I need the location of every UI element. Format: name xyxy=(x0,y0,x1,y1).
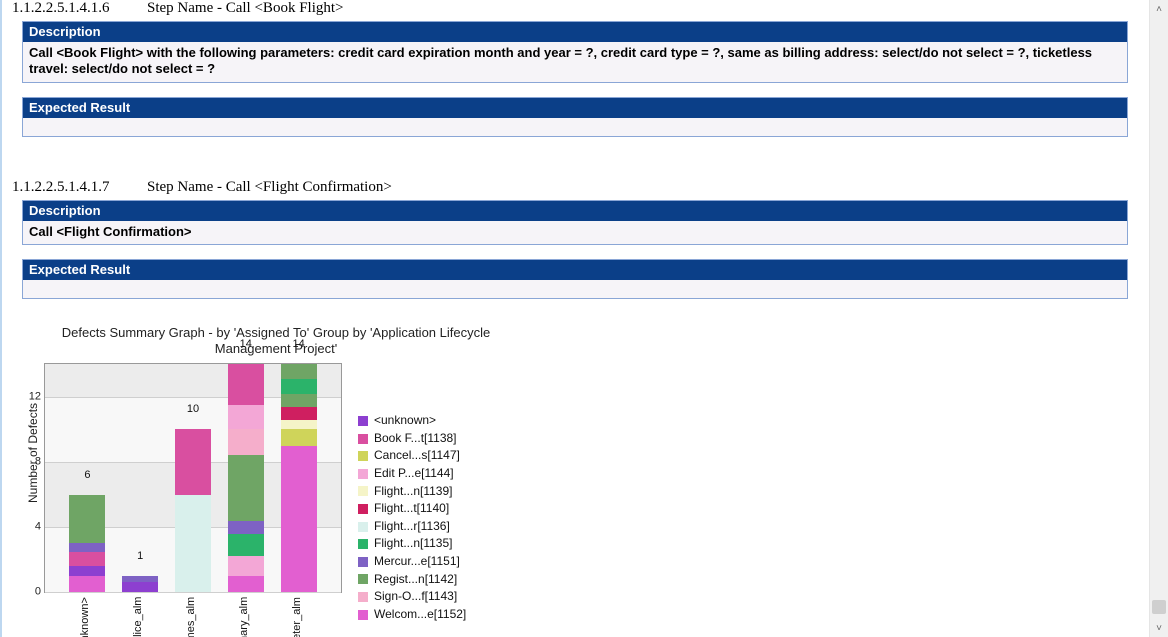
legend-label: Cancel...s[1147] xyxy=(374,448,460,464)
expected-body xyxy=(23,118,1127,136)
chart-bar-total: 6 xyxy=(69,469,105,481)
defects-chart: Defects Summary Graph - by 'Assigned To'… xyxy=(26,325,546,637)
chart-legend: <unknown> Book F...t[1138]Cancel...s[1147… xyxy=(358,413,466,624)
legend-swatch xyxy=(358,592,368,602)
legend-label: Flight...t[1140] xyxy=(374,501,449,517)
expected-header: Expected Result xyxy=(23,98,1127,118)
legend-item: Cancel...s[1147] xyxy=(358,448,466,464)
legend-swatch xyxy=(358,469,368,479)
chart-xtick: james_alm xyxy=(186,597,197,637)
legend-label: <unknown> xyxy=(374,413,436,429)
legend-swatch xyxy=(358,610,368,620)
legend-label: Flight...n[1135] xyxy=(374,536,453,552)
step-number: 1.1.2.2.5.1.4.1.7 xyxy=(12,179,110,195)
legend-label: Regist...n[1142] xyxy=(374,572,457,588)
chart-title: Defects Summary Graph - by 'Assigned To'… xyxy=(26,325,526,358)
step-heading: 1.1.2.2.5.1.4.1.7 Step Name - Call <Flig… xyxy=(12,179,1146,196)
legend-swatch xyxy=(358,416,368,426)
legend-swatch xyxy=(358,486,368,496)
chart-xtick: <unknown> xyxy=(80,597,91,637)
legend-swatch xyxy=(358,539,368,549)
description-body: Call <Flight Confirmation> xyxy=(23,221,1127,244)
legend-label: Book F...t[1138] xyxy=(374,431,457,447)
legend-item: Flight...n[1135] xyxy=(358,536,466,552)
legend-swatch xyxy=(358,504,368,514)
legend-label: Flight...n[1139] xyxy=(374,484,453,500)
expected-body xyxy=(23,280,1127,298)
scroll-down-button[interactable]: ˅ xyxy=(1150,619,1168,637)
step-name: Step Name - Call <Book Flight> xyxy=(147,0,344,16)
legend-item: Flight...r[1136] xyxy=(358,519,466,535)
chart-ytick: 12 xyxy=(29,391,41,402)
legend-item: Welcom...e[1152] xyxy=(358,607,466,623)
legend-swatch xyxy=(358,574,368,584)
scroll-up-button[interactable]: ˄ xyxy=(1150,0,1168,18)
scrollbar-thumb[interactable] xyxy=(1152,600,1166,614)
legend-swatch xyxy=(358,522,368,532)
chart-ytick: 0 xyxy=(35,587,41,598)
chart-xtick: alice_alm xyxy=(133,597,144,637)
legend-swatch xyxy=(358,434,368,444)
legend-swatch xyxy=(358,557,368,567)
legend-swatch xyxy=(358,451,368,461)
chart-xtick: mary_alm xyxy=(239,597,250,637)
chart-bar-total: 14 xyxy=(281,338,317,350)
legend-item: Regist...n[1142] xyxy=(358,572,466,588)
vertical-scrollbar[interactable]: ˄ ˅ xyxy=(1149,0,1168,637)
legend-item: Edit P...e[1144] xyxy=(358,466,466,482)
description-body: Call <Book Flight> with the following pa… xyxy=(23,42,1127,82)
legend-item: <unknown> xyxy=(358,413,466,429)
viewport: 1.1.2.2.5.1.4.1.6 Step Name - Call <Book… xyxy=(0,0,1168,637)
chevron-down-icon: ˅ xyxy=(1156,623,1162,634)
expected-box: Expected Result xyxy=(22,259,1128,299)
description-header: Description xyxy=(23,201,1127,221)
chart-ytick: 8 xyxy=(35,456,41,467)
legend-label: Mercur...e[1151] xyxy=(374,554,460,570)
legend-item: Book F...t[1138] xyxy=(358,431,466,447)
chart-ytick: 4 xyxy=(35,522,41,533)
step-heading: 1.1.2.2.5.1.4.1.6 Step Name - Call <Book… xyxy=(12,0,1146,17)
chevron-up-icon: ˄ xyxy=(1156,4,1162,15)
chart-xtick: peter_alm xyxy=(292,597,303,637)
document-content: 1.1.2.2.5.1.4.1.6 Step Name - Call <Book… xyxy=(4,0,1146,637)
chart-bar-total: 10 xyxy=(175,403,211,415)
legend-label: Edit P...e[1144] xyxy=(374,466,454,482)
legend-item: Sign-O...f[1143] xyxy=(358,589,466,605)
legend-label: Flight...r[1136] xyxy=(374,519,450,535)
expected-header: Expected Result xyxy=(23,260,1127,280)
chart-bar-total: 14 xyxy=(228,338,264,350)
step-name: Step Name - Call <Flight Confirmation> xyxy=(147,179,392,195)
description-header: Description xyxy=(23,22,1127,42)
description-box: Description Call <Flight Confirmation> xyxy=(22,200,1128,245)
description-box: Description Call <Book Flight> with the … xyxy=(22,21,1128,83)
step-number: 1.1.2.2.5.1.4.1.6 xyxy=(12,0,110,16)
legend-item: Mercur...e[1151] xyxy=(358,554,466,570)
expected-box: Expected Result xyxy=(22,97,1128,137)
chart-bar-total: 1 xyxy=(122,550,158,562)
legend-item: Flight...n[1139] xyxy=(358,484,466,500)
legend-item: Flight...t[1140] xyxy=(358,501,466,517)
legend-label: Welcom...e[1152] xyxy=(374,607,466,623)
legend-label: Sign-O...f[1143] xyxy=(374,589,457,605)
chart-plot: 04812 61101414 xyxy=(44,363,342,593)
